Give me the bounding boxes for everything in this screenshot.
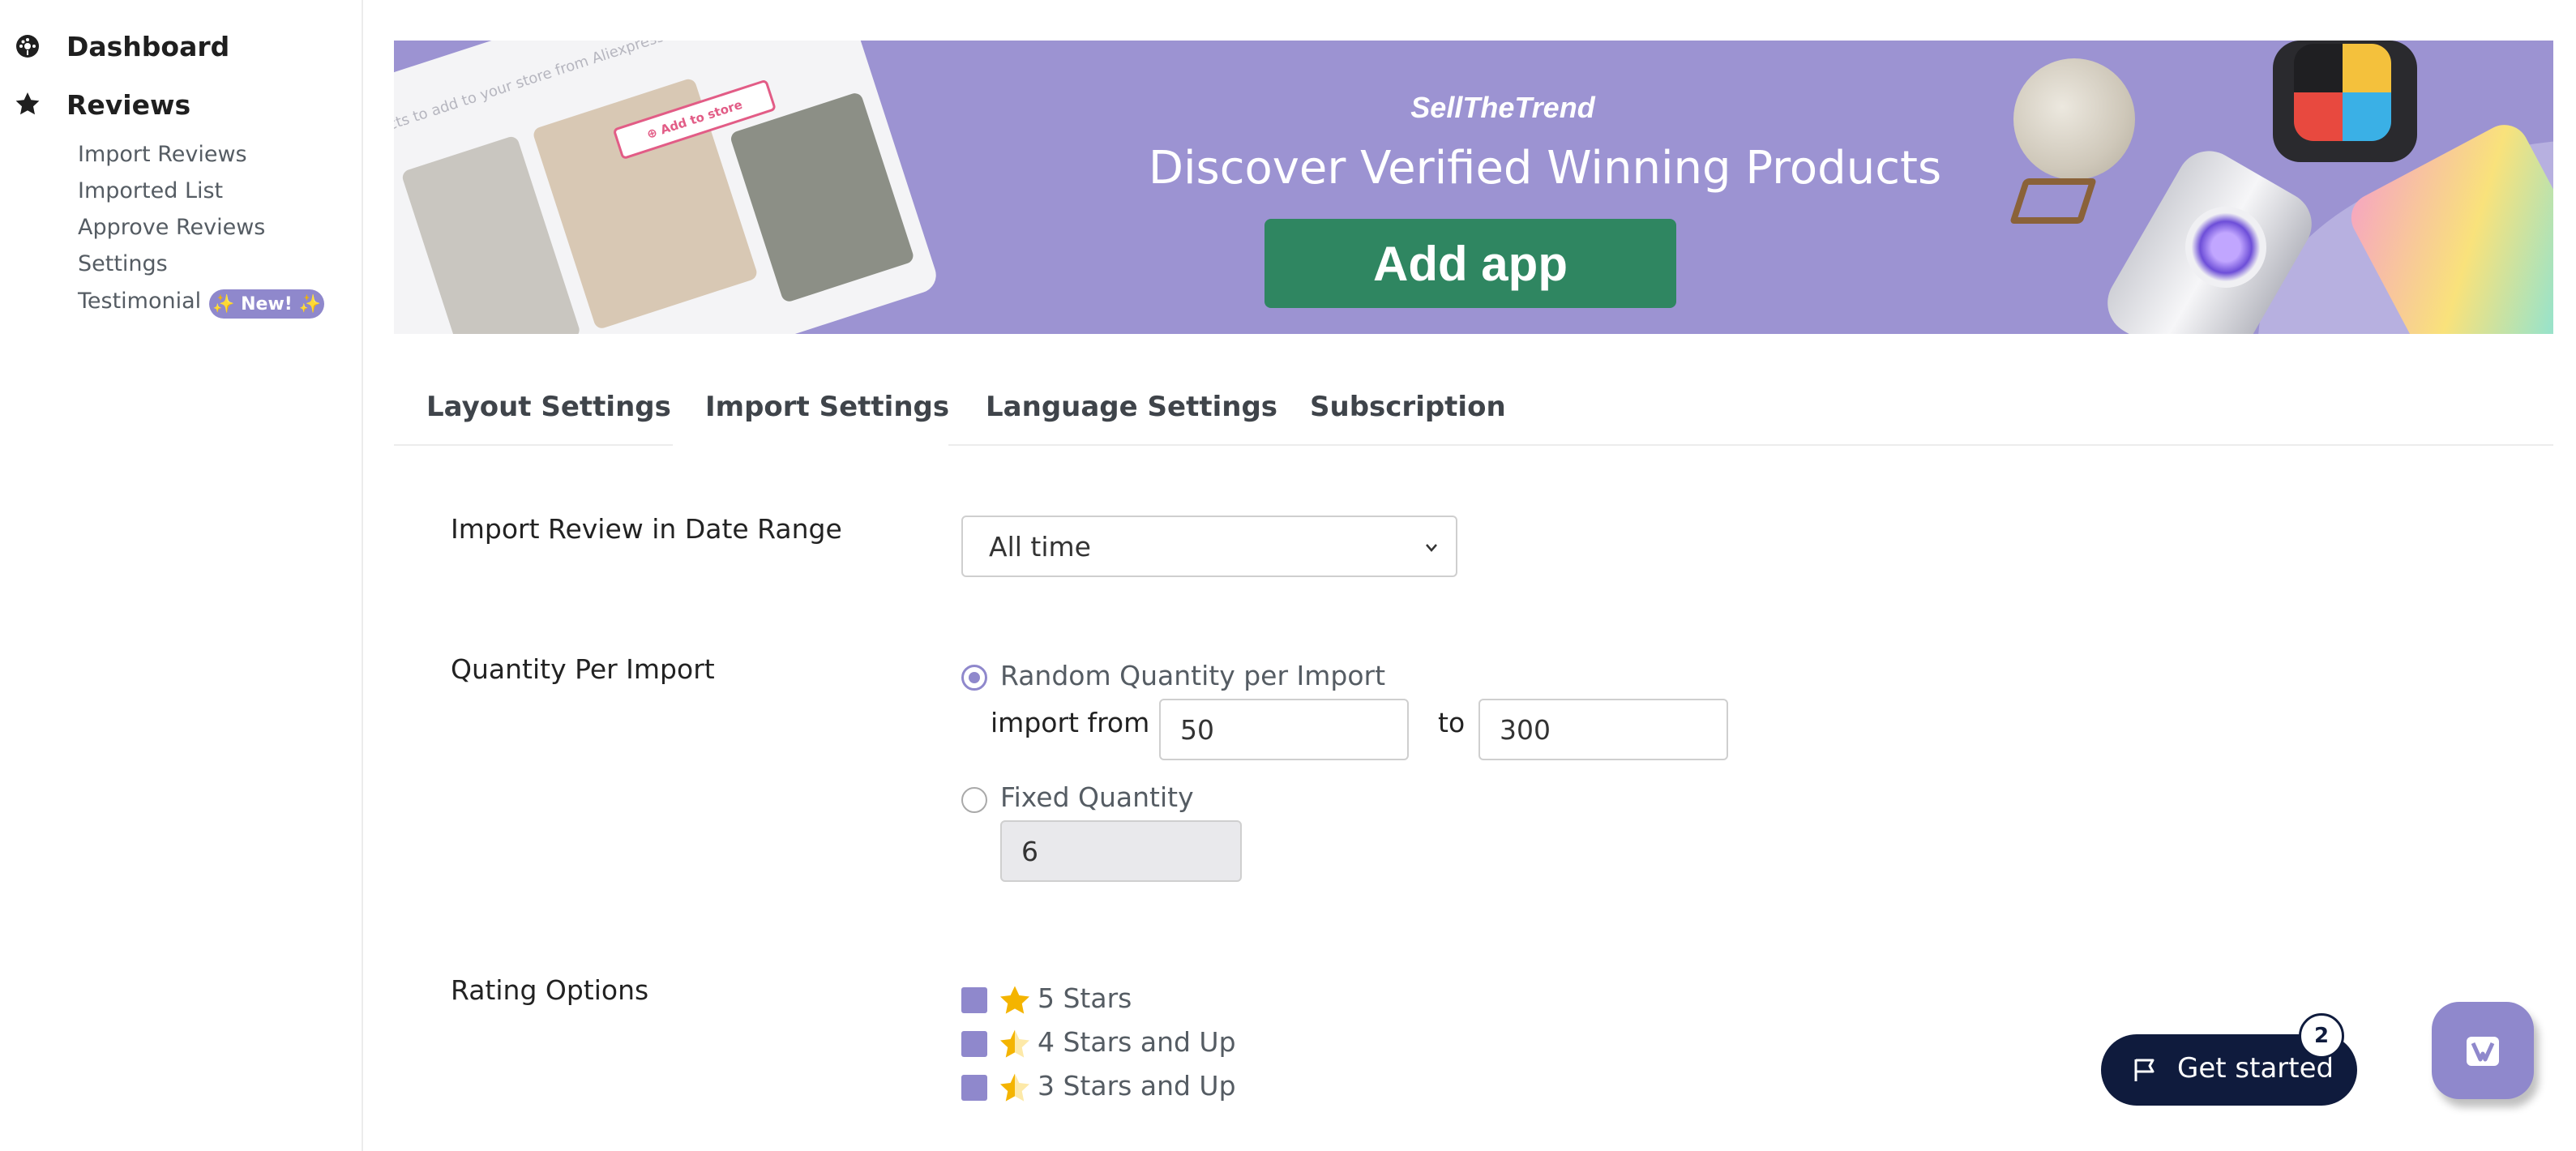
banner-store-screenshot: oducts to add to your store from Aliexpr… bbox=[394, 41, 941, 334]
fixed-quantity-label: Fixed Quantity bbox=[1000, 781, 1194, 813]
quantity-label: Quantity Per Import bbox=[451, 653, 715, 685]
star-icon bbox=[15, 92, 40, 115]
rating-5-checkbox[interactable] bbox=[961, 987, 987, 1013]
half-star-icon bbox=[1000, 1073, 1029, 1102]
fixed-quantity-radio[interactable] bbox=[961, 787, 987, 813]
new-badge: ✨ New! ✨ bbox=[209, 289, 324, 319]
sidebar-reviews-label: Reviews bbox=[66, 89, 191, 121]
moon-lamp-stand-image bbox=[2009, 178, 2098, 224]
tab-language-settings[interactable]: Language Settings bbox=[986, 391, 1277, 423]
import-to-value: 300 bbox=[1500, 713, 1551, 746]
sidebar: Dashboard Reviews Import Reviews Importe… bbox=[0, 0, 363, 1151]
get-started-count-badge: 2 bbox=[2299, 1013, 2344, 1059]
smartwatch-face-image bbox=[2294, 44, 2391, 141]
sidebar-item-settings[interactable]: Settings bbox=[78, 251, 168, 276]
tab-layout-settings[interactable]: Layout Settings bbox=[426, 391, 671, 423]
add-app-button[interactable]: Add app bbox=[1264, 219, 1676, 308]
tab-subscription[interactable]: Subscription bbox=[1310, 391, 1506, 423]
chat-widget-button[interactable] bbox=[2432, 1002, 2534, 1099]
rating-3-checkbox[interactable] bbox=[961, 1075, 987, 1101]
rating-4-label: 4 Stars and Up bbox=[1038, 1026, 1236, 1058]
settings-tabs: Layout Settings Import Settings Language… bbox=[394, 381, 2553, 447]
import-from-value: 50 bbox=[1180, 713, 1214, 746]
moon-lamp-image bbox=[2013, 58, 2135, 180]
tab-import-settings[interactable]: Import Settings bbox=[705, 391, 949, 423]
import-to-input[interactable]: 300 bbox=[1478, 699, 1728, 760]
sidebar-item-import-reviews[interactable]: Import Reviews bbox=[78, 142, 247, 167]
sidebar-dashboard-label: Dashboard bbox=[66, 31, 230, 62]
import-from-label: import from bbox=[991, 707, 1150, 738]
half-star-icon bbox=[1000, 1029, 1029, 1058]
date-range-selected: All time bbox=[989, 530, 1091, 563]
to-label: to bbox=[1438, 707, 1466, 738]
sidebar-item-reviews[interactable]: Reviews bbox=[15, 89, 190, 121]
promo-banner: oducts to add to your store from Aliexpr… bbox=[394, 41, 2553, 334]
date-range-label: Import Review in Date Range bbox=[451, 513, 842, 545]
get-started-label: Get started bbox=[2177, 1052, 2334, 1085]
projector-lens-image bbox=[2185, 207, 2266, 288]
date-range-select[interactable]: All time bbox=[961, 516, 1457, 577]
rating-5-label: 5 Stars bbox=[1038, 982, 1132, 1014]
rating-4-checkbox[interactable] bbox=[961, 1031, 987, 1057]
chevron-down-icon bbox=[1426, 544, 1437, 552]
random-quantity-radio[interactable] bbox=[961, 665, 987, 691]
rating-3-label: 3 Stars and Up bbox=[1038, 1070, 1236, 1102]
brand-logo: SellTheTrend bbox=[1410, 91, 1595, 124]
fixed-quantity-input[interactable]: 6 bbox=[1000, 820, 1242, 882]
rating-options-label: Rating Options bbox=[451, 974, 649, 1006]
banner-product-photo bbox=[729, 91, 916, 304]
flag-icon bbox=[2134, 1059, 2155, 1081]
full-star-icon bbox=[1000, 986, 1029, 1014]
banner-headline: Discover Verified Winning Products bbox=[1148, 142, 1942, 195]
sidebar-item-approve-reviews[interactable]: Approve Reviews bbox=[78, 215, 265, 240]
sidebar-item-testimonial[interactable]: Testimonial bbox=[78, 289, 201, 314]
dashboard-gauge-icon bbox=[16, 35, 39, 58]
fixed-quantity-value: 6 bbox=[1021, 835, 1038, 867]
chat-logo-icon bbox=[2467, 1037, 2499, 1066]
sidebar-item-imported-list[interactable]: Imported List bbox=[78, 178, 223, 203]
random-quantity-label: Random Quantity per Import bbox=[1000, 660, 1386, 691]
active-tab-indicator bbox=[673, 444, 948, 447]
sidebar-item-dashboard[interactable]: Dashboard bbox=[15, 31, 229, 62]
import-from-input[interactable]: 50 bbox=[1159, 699, 1409, 760]
